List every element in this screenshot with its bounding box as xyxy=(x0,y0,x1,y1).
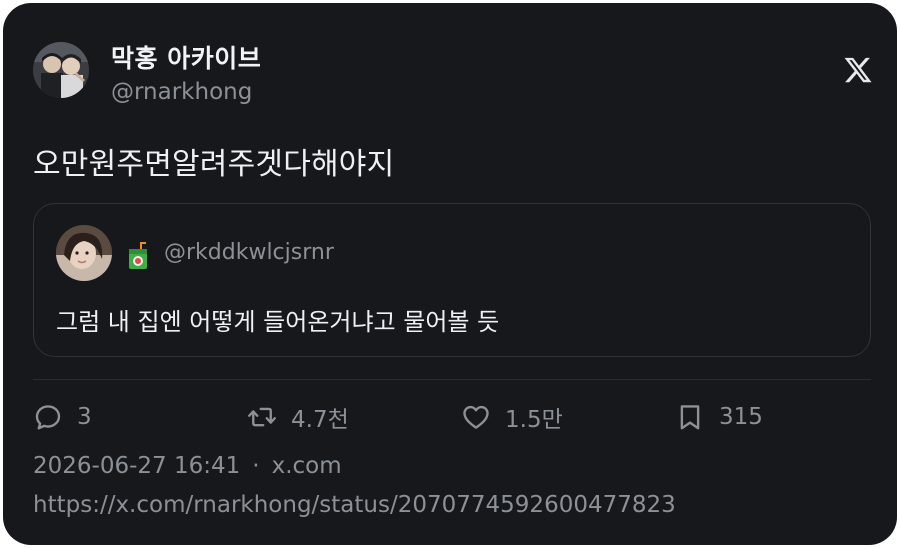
x-logo-icon[interactable] xyxy=(843,55,873,85)
reply-icon xyxy=(35,405,61,430)
heart-icon xyxy=(463,405,489,429)
retweet-button[interactable]: 4.7천 xyxy=(247,400,349,434)
reply-button[interactable]: 3 xyxy=(33,400,92,434)
quoted-tweet-text: 그럼 내 집엔 어떻게 들어온거냐고 물어볼 듯 xyxy=(56,308,500,336)
quoted-author-handle[interactable]: @rkddkwlcjsrnr xyxy=(164,240,334,265)
author-avatar[interactable] xyxy=(33,42,89,98)
bookmark-count: 315 xyxy=(719,404,763,430)
bookmark-button[interactable]: 315 xyxy=(675,400,763,434)
timestamp[interactable]: 2026-06-27 16:41 xyxy=(33,453,240,479)
source-label: x.com xyxy=(271,453,342,479)
like-count: 1.5만 xyxy=(505,407,563,433)
tweet-url[interactable]: https://x.com/rnarkhong/status/207077459… xyxy=(33,492,676,518)
quoted-author-avatar[interactable] xyxy=(56,225,112,281)
tweet-text: 오만원주면알려주겟다해야지 xyxy=(33,147,395,182)
retweet-count: 4.7천 xyxy=(291,407,349,433)
author-handle[interactable]: @rnarkhong xyxy=(111,79,252,105)
author-display-name[interactable]: 막홍 아카이브 xyxy=(111,39,261,75)
tweet-meta: 2026-06-27 16:41 · x.com xyxy=(33,453,342,479)
divider xyxy=(33,379,871,380)
reply-count: 3 xyxy=(77,404,92,430)
retweet-icon xyxy=(248,407,276,427)
juice-box-emoji xyxy=(126,242,150,270)
like-button[interactable]: 1.5만 xyxy=(461,400,563,434)
bookmark-icon xyxy=(680,405,700,430)
tweet-card[interactable]: 막홍 아카이브 @rnarkhong 오만원주면알려주겟다해야지 @rkddkw… xyxy=(3,3,897,545)
meta-separator: · xyxy=(252,453,260,479)
quoted-tweet[interactable]: @rkddkwlcjsrnr 그럼 내 집엔 어떻게 들어온거냐고 물어볼 듯 xyxy=(33,203,871,357)
